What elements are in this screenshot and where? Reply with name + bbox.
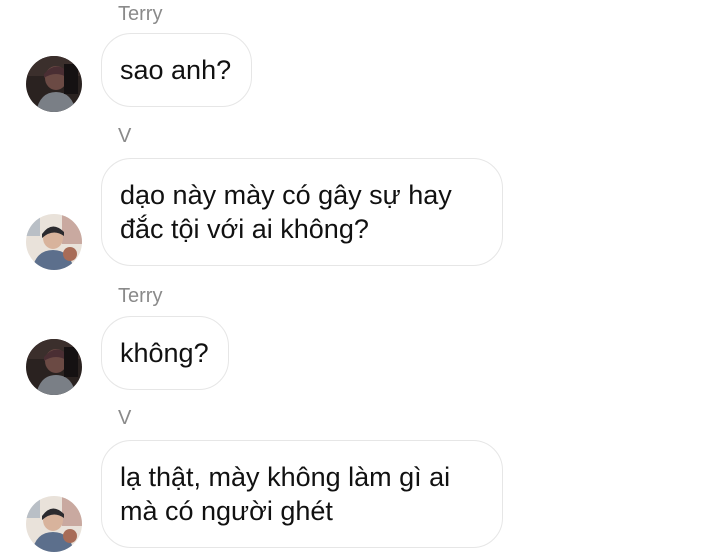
sender-name: V bbox=[118, 125, 132, 147]
message-bubble[interactable]: dạo này mày có gây sự hay đắc tội với ai… bbox=[101, 158, 503, 266]
v-avatar-icon bbox=[26, 214, 82, 270]
avatar[interactable] bbox=[26, 56, 82, 112]
terry-avatar-icon bbox=[26, 339, 82, 395]
v-avatar-icon bbox=[26, 496, 82, 552]
sender-name: Terry bbox=[118, 285, 163, 307]
message-bubble[interactable]: sao anh? bbox=[101, 33, 252, 107]
avatar[interactable] bbox=[26, 339, 82, 395]
avatar[interactable] bbox=[26, 214, 82, 270]
message-text: dạo này mày có gây sự hay đắc tội với ai… bbox=[120, 180, 452, 244]
sender-name: V bbox=[118, 407, 132, 429]
terry-avatar-icon bbox=[26, 56, 82, 112]
avatar[interactable] bbox=[26, 496, 82, 552]
message-bubble[interactable]: lạ thật, mày không làm gì ai mà có người… bbox=[101, 440, 503, 548]
message-text: lạ thật, mày không làm gì ai mà có người… bbox=[120, 462, 451, 526]
sender-name: Terry bbox=[118, 3, 163, 25]
chat-thread: Terry sao anh? V dạo này mày có gây sự h… bbox=[0, 0, 720, 560]
message-text: sao anh? bbox=[120, 55, 232, 85]
message-text: không? bbox=[120, 338, 209, 368]
message-bubble[interactable]: không? bbox=[101, 316, 229, 390]
